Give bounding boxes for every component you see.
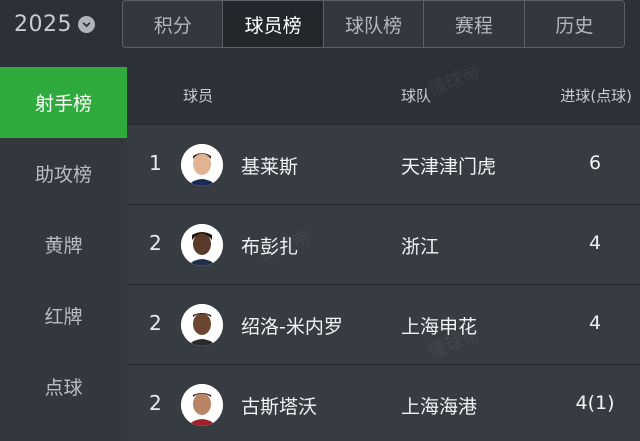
table-row[interactable]: 2 绍洛-米内罗 上海申花 4 [127,284,640,364]
tab-schedule[interactable]: 赛程 [424,1,525,47]
player-team: 天津津门虎 [401,156,497,178]
tab-history[interactable]: 历史 [525,1,624,47]
player-name: 基莱斯 [241,156,299,178]
table-row[interactable]: 1 基莱斯 天津津门虎 6 [127,124,640,204]
table-header: 球员 球队 进球(点球) [127,67,640,124]
player-goals: 4 [588,232,602,254]
player-goals: 4 [588,312,602,334]
standings-app: 2025 积分 球员榜 球队榜 赛程 历史 射手榜 助攻榜 黄牌 红牌 点球 球… [0,0,640,441]
column-header-player: 球员 [183,87,214,105]
player-rank: 2 [149,231,162,255]
player-name: 绍洛-米内罗 [241,316,343,338]
player-avatar [181,304,223,346]
player-rank: 1 [149,151,162,175]
player-rank: 2 [149,391,162,415]
player-avatar [181,144,223,186]
column-header-goals: 进球(点球) [560,87,632,105]
player-name: 古斯塔沃 [241,396,318,418]
player-team: 上海海港 [401,396,478,418]
player-team: 浙江 [401,236,440,258]
table-row[interactable]: 2 布彭扎 浙江 4 [127,204,640,284]
tab-team-rankings[interactable]: 球队榜 [324,1,425,47]
category-sidebar: 射手榜 助攻榜 黄牌 红牌 点球 [0,67,127,441]
tab-standings[interactable]: 积分 [123,1,224,47]
top-bar: 2025 积分 球员榜 球队榜 赛程 历史 [0,0,640,48]
sidebar-item-top-scorers[interactable]: 射手榜 [0,67,127,138]
chevron-down-icon [78,15,95,33]
tab-player-rankings[interactable]: 球员榜 [223,1,324,47]
player-name: 布彭扎 [241,236,299,258]
scorers-table: 球员 球队 进球(点球) 1 基莱斯 天津津门虎 6 2 布彭扎 浙江 4 2 … [127,62,640,441]
player-avatar [181,384,223,426]
player-goals: 6 [588,152,602,174]
player-avatar [181,224,223,266]
sidebar-item-red-cards[interactable]: 红牌 [0,280,127,351]
column-header-team: 球队 [401,87,432,105]
sidebar-item-yellow-cards[interactable]: 黄牌 [0,209,127,280]
player-goals: 4(1) [575,392,615,414]
table-row[interactable]: 2 古斯塔沃 上海海港 4(1) [127,364,640,441]
player-team: 上海申花 [401,316,478,338]
season-selector[interactable]: 2025 [14,8,95,40]
sidebar-item-penalties[interactable]: 点球 [0,351,127,422]
season-year: 2025 [14,11,72,37]
main-tabs: 积分 球员榜 球队榜 赛程 历史 [122,0,625,48]
player-rank: 2 [149,311,162,335]
sidebar-item-assists[interactable]: 助攻榜 [0,138,127,209]
